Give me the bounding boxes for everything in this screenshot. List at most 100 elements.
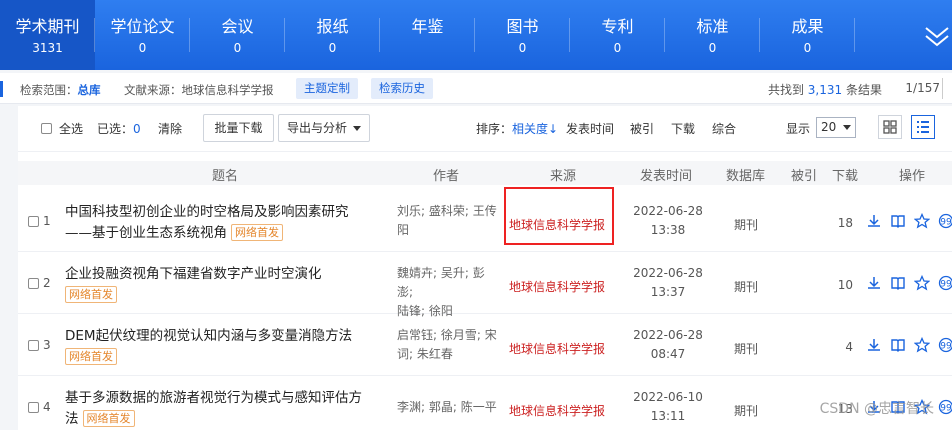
tab-label: 标准 [696,17,729,36]
date-value: 2022-06-28 [633,266,703,280]
tab-patents[interactable]: 专利 0 [570,0,665,70]
tab-achievements[interactable]: 成果 0 [760,0,855,70]
source-link[interactable]: 地球信息科学学报 [509,216,605,233]
topic-customize-button[interactable]: 主题定制 [296,78,358,99]
row-number: 4 [43,400,51,414]
row-number: 3 [43,338,51,352]
result-count: 共找到 3,131 条结果 [768,81,882,98]
tab-conferences[interactable]: 会议 0 [190,0,285,70]
row-index: 3 [28,338,51,352]
date-value: 2022-06-28 [633,328,703,342]
quote-icon[interactable]: 99 [938,337,952,353]
authors[interactable]: 刘乐; 盛科荣; 王传阳 [397,202,497,240]
title-line2: 法 [65,411,79,427]
sort-relevance[interactable]: 相关度↓ [512,120,558,137]
date-value: 2022-06-10 [633,390,703,404]
tab-theses[interactable]: 学位论文 0 [95,0,190,70]
article-title-link[interactable]: 基于多源数据的旅游者视觉行为模式与感知评估方法网络首发 [65,388,385,430]
online-first-badge: 网络首发 [65,348,117,365]
tab-count: 3131 [32,41,63,55]
time-value: 08:47 [650,347,686,361]
title-line1: 基于多源数据的旅游者视觉行为模式与感知评估方 [65,390,362,406]
sort-cited[interactable]: 被引 [630,120,654,137]
tab-label: 报纸 [316,17,349,36]
source-link[interactable]: 地球信息科学学报 [509,278,605,295]
select-all-label: 全选 [59,122,84,136]
search-history-button[interactable]: 检索历史 [371,78,433,99]
tab-journals[interactable]: 学术期刊 3131 [0,0,95,70]
table-header: 题名 作者 来源 发表时间 数据库 被引 下载 操作 [18,161,952,185]
grid-view-icon[interactable] [878,115,902,139]
date-value: 2022-06-28 [633,204,703,218]
next-page-button[interactable] [942,78,952,99]
sort-composite[interactable]: 综合 [712,120,736,137]
database-type: 期刊 [734,280,759,294]
tab-label: 会议 [221,17,254,36]
article-title-link[interactable]: DEM起伏纹理的视觉认知内涵与多变量消隐方法 网络首发 [65,326,385,368]
source-filter: 文献来源：地球信息科学学报 [124,83,274,97]
tab-label: 成果 [791,17,824,36]
svg-text:99: 99 [940,404,952,414]
time-value: 13:37 [650,285,686,299]
source-link[interactable]: 地球信息科学学报 [509,402,605,419]
page-size-select[interactable]: 20 [816,117,856,138]
tab-standards[interactable]: 标准 0 [665,0,760,70]
read-online-icon[interactable] [890,337,906,353]
table-row: 4 基于多源数据的旅游者视觉行为模式与感知评估方法网络首发 李渊; 郭晶; 陈一… [18,376,952,430]
list-view-icon[interactable] [911,115,935,139]
download-count: 4 [845,340,853,354]
source-link[interactable]: 地球信息科学学报 [509,340,605,357]
row-index: 1 [28,214,51,228]
double-chevron-down-icon[interactable] [922,0,952,70]
batch-download-button[interactable]: 批量下载 [203,114,274,142]
row-checkbox[interactable] [28,402,39,413]
sort-relevance-label: 相关度 [512,122,549,136]
tab-count: 0 [138,41,147,55]
article-title-link[interactable]: 中国科技型初创企业的时空格局及影响因素研究 ——基于创业生态系统视角 网络首发 [65,202,385,244]
header-title: 题名 [212,169,239,184]
quote-icon[interactable]: 99 [938,213,952,229]
tab-newspapers[interactable]: 报纸 0 [285,0,380,70]
results-panel: 全选 已选：0 清除 批量下载 导出与分析 排序： 相关度↓ 发表时间 被引 下… [18,106,952,430]
download-icon[interactable] [866,337,882,353]
read-online-icon[interactable] [890,213,906,229]
scope-label: 检索范围： [20,83,78,97]
favorite-star-icon[interactable] [914,275,930,291]
database-type: 期刊 [734,342,759,356]
online-first-badge: 网络首发 [82,410,135,427]
header-source: 来源 [550,169,577,184]
accent-bar [0,81,3,97]
header-author: 作者 [433,169,460,184]
title-line1: DEM起伏纹理的视觉认知内涵与多变量消隐方法 [65,328,353,344]
authors-line2: 阳 [397,223,410,237]
article-title-link[interactable]: 企业投融资视角下福建省数字产业时空演化 网络首发 [65,264,385,306]
clear-button[interactable]: 清除 [158,120,182,137]
row-checkbox[interactable] [28,278,39,289]
online-first-badge: 网络首发 [65,286,117,303]
export-analysis-button[interactable]: 导出与分析 [278,114,370,142]
authors[interactable]: 启常钰; 徐月雪; 宋词; 朱红春 [397,326,497,364]
online-first-badge: 网络首发 [231,224,283,241]
tab-count: 0 [518,41,527,55]
tab-label: 学位论文 [110,17,175,36]
authors[interactable]: 李渊; 郭晶; 陈一平 [397,398,497,417]
favorite-star-icon[interactable] [914,337,930,353]
tab-yearbooks[interactable]: 年鉴 [380,0,475,70]
quote-icon[interactable]: 99 [938,399,952,415]
tab-label: 图书 [506,17,539,36]
database-type: 期刊 [734,404,759,418]
select-all-checkbox[interactable] [41,123,52,134]
download-icon[interactable] [866,275,882,291]
quote-icon[interactable]: 99 [938,275,952,291]
read-online-icon[interactable] [890,275,906,291]
favorite-star-icon[interactable] [914,213,930,229]
authors[interactable]: 魏婧卉; 吴升; 彭澎; 陆锋; 徐阳 [397,264,497,321]
download-icon[interactable] [866,213,882,229]
row-checkbox[interactable] [28,340,39,351]
tab-books[interactable]: 图书 0 [475,0,570,70]
sort-date[interactable]: 发表时间 [566,120,614,137]
sort-download[interactable]: 下载 [671,120,695,137]
row-checkbox[interactable] [28,216,39,227]
authors-line2: 词; 朱红春 [397,347,453,361]
tab-label: 年鉴 [411,17,444,36]
